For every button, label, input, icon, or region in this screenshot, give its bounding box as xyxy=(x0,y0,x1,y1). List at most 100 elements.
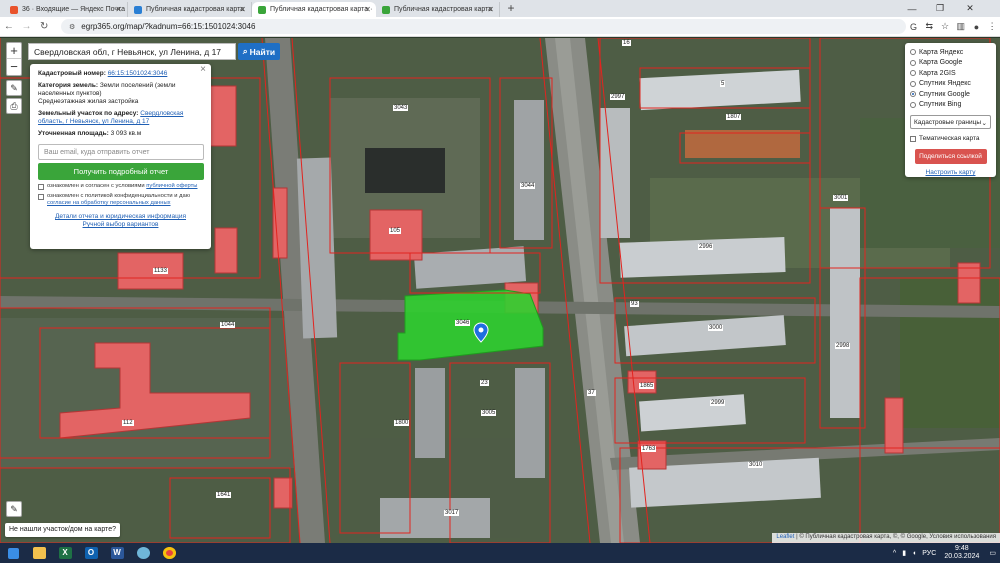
search-button[interactable]: ⌕ Найти xyxy=(238,43,280,60)
checkbox-icon[interactable] xyxy=(910,135,916,142)
get-report-button[interactable]: Получить подробный отчет xyxy=(38,163,204,180)
offer-link[interactable]: публичной оферты xyxy=(146,183,197,189)
address-bar[interactable]: ⚙ egrp365.org/map/?kadnum=66:15:1501024:… xyxy=(61,19,906,34)
browser-tab-cadastral-3[interactable]: Публичная кадастровая карта ✕ xyxy=(376,2,500,17)
layer-option-yandex-map[interactable]: Карта Яндекс xyxy=(910,47,991,58)
profile-icon[interactable]: ● xyxy=(969,22,985,32)
configure-map-link[interactable]: Настроить карту xyxy=(910,169,991,176)
parcel-label[interactable]: 1641 xyxy=(216,492,232,498)
parcel-label[interactable]: 3010 xyxy=(748,462,764,468)
layer-option-yandex-satellite[interactable]: Спутник Яндекс xyxy=(910,79,991,90)
parcel-label[interactable]: 1044 xyxy=(220,322,236,328)
close-window-icon[interactable]: ✕ xyxy=(958,0,982,17)
offer-agreement-checkbox[interactable]: ознакомлен и согласен с условиями публич… xyxy=(38,183,203,190)
chrome-icon[interactable] xyxy=(156,543,182,563)
parcel-label[interactable]: 5 xyxy=(720,81,726,87)
leaflet-link[interactable]: Leaflet xyxy=(776,534,794,540)
start-button[interactable] xyxy=(0,543,26,563)
ruler-icon[interactable]: ✎ xyxy=(6,80,22,96)
parcel-label[interactable]: 3001 xyxy=(833,195,849,201)
volume-icon[interactable]: ◖ xyxy=(912,550,916,557)
thematic-map-checkbox[interactable]: Тематическая карта xyxy=(910,135,991,142)
parcel-label[interactable]: 3043 xyxy=(393,105,409,111)
parcel-label[interactable]: 23 xyxy=(480,380,489,386)
parcel-label[interactable]: 2998 xyxy=(835,343,851,349)
address-search-input[interactable]: Свердловская обл, г Невьянск, ул Ленина,… xyxy=(28,43,236,60)
parcel-label[interactable]: 1807 xyxy=(726,114,742,120)
browser-tab-yandex-mail[interactable]: 36 · Входящие — Яндекс Почта ✕ xyxy=(4,2,128,17)
google-lens-icon[interactable]: G xyxy=(906,22,922,32)
word-icon[interactable]: W xyxy=(104,543,130,563)
layer-option-2gis-map[interactable]: Карта 2GIS xyxy=(910,68,991,79)
parcel-label[interactable]: 3046 xyxy=(455,320,471,326)
parcel-label[interactable]: 2999 xyxy=(710,400,726,406)
close-tab-icon[interactable]: ✕ xyxy=(115,5,122,14)
browser-tab-cadastral-active[interactable]: Публичная кадастровая карта · ✕ xyxy=(252,2,376,17)
zoom-out-button[interactable]: − xyxy=(7,59,21,75)
cad-number-link[interactable]: 66:15:1501024:3046 xyxy=(108,70,168,77)
parcel-label[interactable]: 37 xyxy=(587,390,596,396)
language-indicator[interactable]: РУС xyxy=(922,550,936,557)
file-explorer-icon[interactable] xyxy=(26,543,52,563)
zoom-in-button[interactable]: + xyxy=(7,43,21,59)
checkbox-icon[interactable] xyxy=(38,184,44,190)
reload-icon[interactable]: ↻ xyxy=(35,18,53,36)
parcel-label[interactable]: 1800 xyxy=(394,420,410,426)
checkbox-icon[interactable] xyxy=(38,194,44,200)
print-icon[interactable]: ⎙ xyxy=(6,98,22,114)
new-tab-button[interactable]: + xyxy=(504,2,518,16)
app-icon[interactable] xyxy=(130,543,156,563)
parcel-label[interactable]: 3000 xyxy=(708,325,724,331)
excel-icon[interactable]: X xyxy=(52,543,78,563)
outlook-icon[interactable]: O xyxy=(78,543,104,563)
radio-selected-icon[interactable] xyxy=(910,91,916,98)
parcel-label[interactable]: 3005 xyxy=(481,410,497,416)
parcel-label[interactable]: 3044 xyxy=(520,183,536,189)
back-arrow-icon[interactable]: ← xyxy=(0,18,18,36)
layer-option-google-satellite[interactable]: Спутник Google xyxy=(910,89,991,100)
clock[interactable]: 9:48 20.03.2024 xyxy=(944,545,979,561)
notifications-icon[interactable]: ▭ xyxy=(989,549,996,557)
close-icon[interactable]: × xyxy=(200,65,206,75)
parcel-label[interactable]: 3017 xyxy=(444,510,460,516)
radio-icon[interactable] xyxy=(910,101,916,108)
close-tab-icon[interactable]: ✕ xyxy=(239,5,246,14)
translate-icon[interactable]: ⇆ xyxy=(921,21,937,32)
layer-option-bing-satellite[interactable]: Спутник Bing xyxy=(910,100,991,111)
parcel-label[interactable]: 16 xyxy=(622,40,631,46)
parcel-label[interactable]: 105 xyxy=(389,228,402,234)
bookmark-star-icon[interactable]: ☆ xyxy=(937,21,953,32)
radio-icon[interactable] xyxy=(910,80,916,87)
parcel-label[interactable]: 93 xyxy=(630,301,639,307)
radio-icon[interactable] xyxy=(910,49,916,56)
email-field[interactable]: Ваш email, куда отправить отчет xyxy=(38,144,204,160)
site-info-icon[interactable]: ⚙ xyxy=(69,23,75,31)
close-tab-icon[interactable]: ✕ xyxy=(487,5,494,14)
privacy-agreement-checkbox[interactable]: ознакомлен с политикой конфиденциальност… xyxy=(38,193,203,207)
measure-icon[interactable]: ✎ xyxy=(6,501,22,517)
menu-dots-icon[interactable]: ⋮ xyxy=(984,21,1000,32)
browser-tab-cadastral-1[interactable]: Публичная кадастровая карта ✕ xyxy=(128,2,252,17)
privacy-link[interactable]: согласие на обработку персональных данны… xyxy=(47,200,171,206)
close-tab-icon[interactable]: ✕ xyxy=(364,5,371,14)
manual-select-link[interactable]: Ручной выбор вариантов xyxy=(83,221,159,228)
share-link-button[interactable]: Поделиться ссылкой xyxy=(914,149,987,164)
details-link[interactable]: Детали отчета и юридическая информация xyxy=(55,213,186,220)
forward-arrow-icon[interactable]: → xyxy=(18,18,36,36)
network-icon[interactable]: ▮ xyxy=(902,549,906,557)
parcel-label[interactable]: 2996 xyxy=(698,244,714,250)
overlay-select[interactable]: Кадастровые границы ⌄ xyxy=(910,115,991,129)
parcel-label[interactable]: 112 xyxy=(122,420,134,426)
parcel-label[interactable]: 1133 xyxy=(153,268,168,274)
radio-icon[interactable] xyxy=(910,59,916,66)
not-found-link[interactable]: Не нашли участок/дом на карте? xyxy=(5,523,120,537)
layer-option-google-map[interactable]: Карта Google xyxy=(910,58,991,69)
parcel-label[interactable]: 1865 xyxy=(639,383,655,389)
parcel-label[interactable]: 1763 xyxy=(641,446,657,452)
radio-icon[interactable] xyxy=(910,70,916,77)
parcel-label[interactable]: 2997 xyxy=(610,94,626,100)
tray-arrow-icon[interactable]: ^ xyxy=(893,550,896,557)
minimize-icon[interactable]: — xyxy=(900,0,924,17)
restore-icon[interactable]: ❐ xyxy=(928,0,952,17)
sidebar-icon[interactable]: ▥ xyxy=(953,21,969,32)
